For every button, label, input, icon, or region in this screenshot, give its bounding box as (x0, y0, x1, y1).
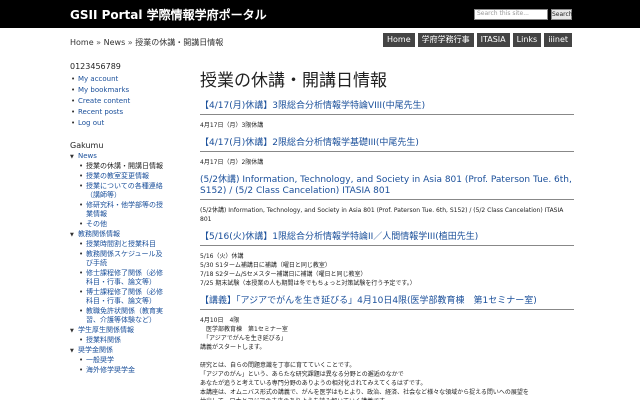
breadcrumb-current: 授業の休講・開講日情報 (135, 38, 224, 47)
news-post: 【講義】「アジアでがんを生き延びる」4月10日4限(医学部教育棟 第1セミナー室… (200, 296, 574, 400)
sidebar-tree-item[interactable]: 教務関係スケジュール及び手続 (70, 250, 166, 268)
nav-tabs: Home 学府学務行事 ITASIA Links iiinet (383, 33, 572, 47)
post-body: 5/16（火）休講 5/30 S1ターム補講日に補講（曜日と同じ教室） 7/18… (200, 253, 416, 287)
breadcrumb-separator: » (127, 38, 133, 47)
my-account-link[interactable]: My account (70, 74, 166, 85)
news-post: 【4/17(月)休講】3限総合分析情報学特論VIII(中尾先生) 4月17日（月）… (200, 101, 574, 130)
news-post: 【4/17(月)休講】2限総合分析情報学基礎III(中尾先生) 4月17日（月）2… (200, 138, 574, 167)
news-post: 【5/16(火)休講】1限総合分析情報学特論II／人間情報学III(植田先生) 5… (200, 232, 574, 288)
header-bar: GSII Portal 学際情報学府ポータル Search this site.… (0, 0, 640, 28)
sidebar-tree-item[interactable]: 修研究科・他学部等の授業情報 (70, 201, 166, 219)
page-title: 授業の休講・開講日情報 (200, 71, 387, 91)
sidebar-tree-item[interactable]: 授業料関係 (70, 336, 166, 345)
search-button[interactable]: Search (551, 9, 573, 20)
tab-links[interactable]: Links (512, 33, 542, 47)
username: 0123456789 (70, 62, 121, 71)
post-title-link[interactable]: 【4/17(月)休講】3限総合分析情報学特論VIII(中尾先生) (200, 101, 574, 115)
sidebar-tree-item[interactable]: 修士課程修了関係（必修科目・行事、論文等） (70, 269, 166, 287)
sidebar: 0123456789 My account My bookmarks Creat… (70, 62, 166, 375)
news-post: (5/2休講) Information, Technology, and Soc… (200, 175, 574, 224)
sidebar-tree-item[interactable]: 学生厚生関係情報 (70, 326, 166, 336)
post-title-link[interactable]: 【4/17(月)休講】2限総合分析情報学基礎III(中尾先生) (200, 138, 574, 152)
create-content-link[interactable]: Create content (70, 96, 166, 107)
main-content: 授業の休講・開講日情報 【4/17(月)休講】3限総合分析情報学特論VIII(中… (200, 66, 574, 400)
tab-iiinet[interactable]: iiinet (544, 33, 572, 47)
post-title-link[interactable]: 【5/16(火)休講】1限総合分析情報学特論II／人間情報学III(植田先生) (200, 232, 574, 246)
sidebar-tree-item[interactable]: 授業の休講・開講日情報 (70, 162, 166, 171)
sidebar-tree-item[interactable]: 授業についての各種連絡（講師等） (70, 182, 166, 200)
breadcrumb: Home » News » 授業の休講・開講日情報 (70, 37, 223, 48)
tab-itasia[interactable]: ITASIA (476, 33, 510, 47)
post-body: (5/2休講) Information, Technology, and Soc… (200, 207, 564, 223)
sidebar-tree-item[interactable]: News (70, 152, 166, 162)
recent-posts-link[interactable]: Recent posts (70, 107, 166, 118)
sidebar-tree-item[interactable]: 奨学金関係 (70, 346, 166, 356)
sidebar-tree-item[interactable]: 授業時間割と授業科目 (70, 240, 166, 249)
post-body: 4月17日（月）2限休講 (200, 159, 264, 166)
sidebar-tree-item[interactable]: 博士課程修了関係（必修科目・行事、論文等） (70, 288, 166, 306)
breadcrumb-news[interactable]: News (104, 38, 126, 47)
post-list: 【4/17(月)休講】3限総合分析情報学特論VIII(中尾先生) 4月17日（月）… (200, 101, 574, 400)
tab-gakumu-events[interactable]: 学府学務行事 (417, 33, 474, 47)
sidebar-tree-item[interactable]: 教職免許状関係（教育実習、介護等体験など） (70, 307, 166, 325)
post-title-link[interactable]: 【講義】「アジアでがんを生き延びる」4月10日4限(医学部教育棟 第1セミナー室… (200, 296, 574, 310)
sidebar-tree: News授業の休講・開講日情報授業の教室変更情報授業についての各種連絡（講師等）… (70, 152, 166, 375)
site-title[interactable]: GSII Portal 学際情報学府ポータル (70, 6, 267, 23)
search-input[interactable]: Search this site... (474, 9, 548, 20)
sidebar-tree-item[interactable]: その他 (70, 220, 166, 229)
my-bookmarks-link[interactable]: My bookmarks (70, 85, 166, 96)
log-out-link[interactable]: Log out (70, 118, 166, 129)
post-body: 4月17日（月）3限休講 (200, 122, 264, 129)
sidebar-tree-item[interactable]: 海外修学奨学金 (70, 366, 166, 375)
breadcrumb-separator: » (96, 38, 102, 47)
tab-home[interactable]: Home (383, 33, 415, 47)
sidebar-tree-item[interactable]: 一般奨学 (70, 356, 166, 365)
sidebar-tree-item[interactable]: 授業の教室変更情報 (70, 172, 166, 181)
sidebar-tree-item[interactable]: 教務関係情報 (70, 230, 166, 240)
sidebar-section-title: Gakumu (70, 141, 104, 150)
breadcrumb-home[interactable]: Home (70, 38, 94, 47)
post-title-link[interactable]: (5/2休講) Information, Technology, and Soc… (200, 175, 574, 200)
post-body: 4月10日 4限 医学部教育棟 第1セミナー室 「アジアでがんを生き延びる」 講… (200, 317, 529, 400)
